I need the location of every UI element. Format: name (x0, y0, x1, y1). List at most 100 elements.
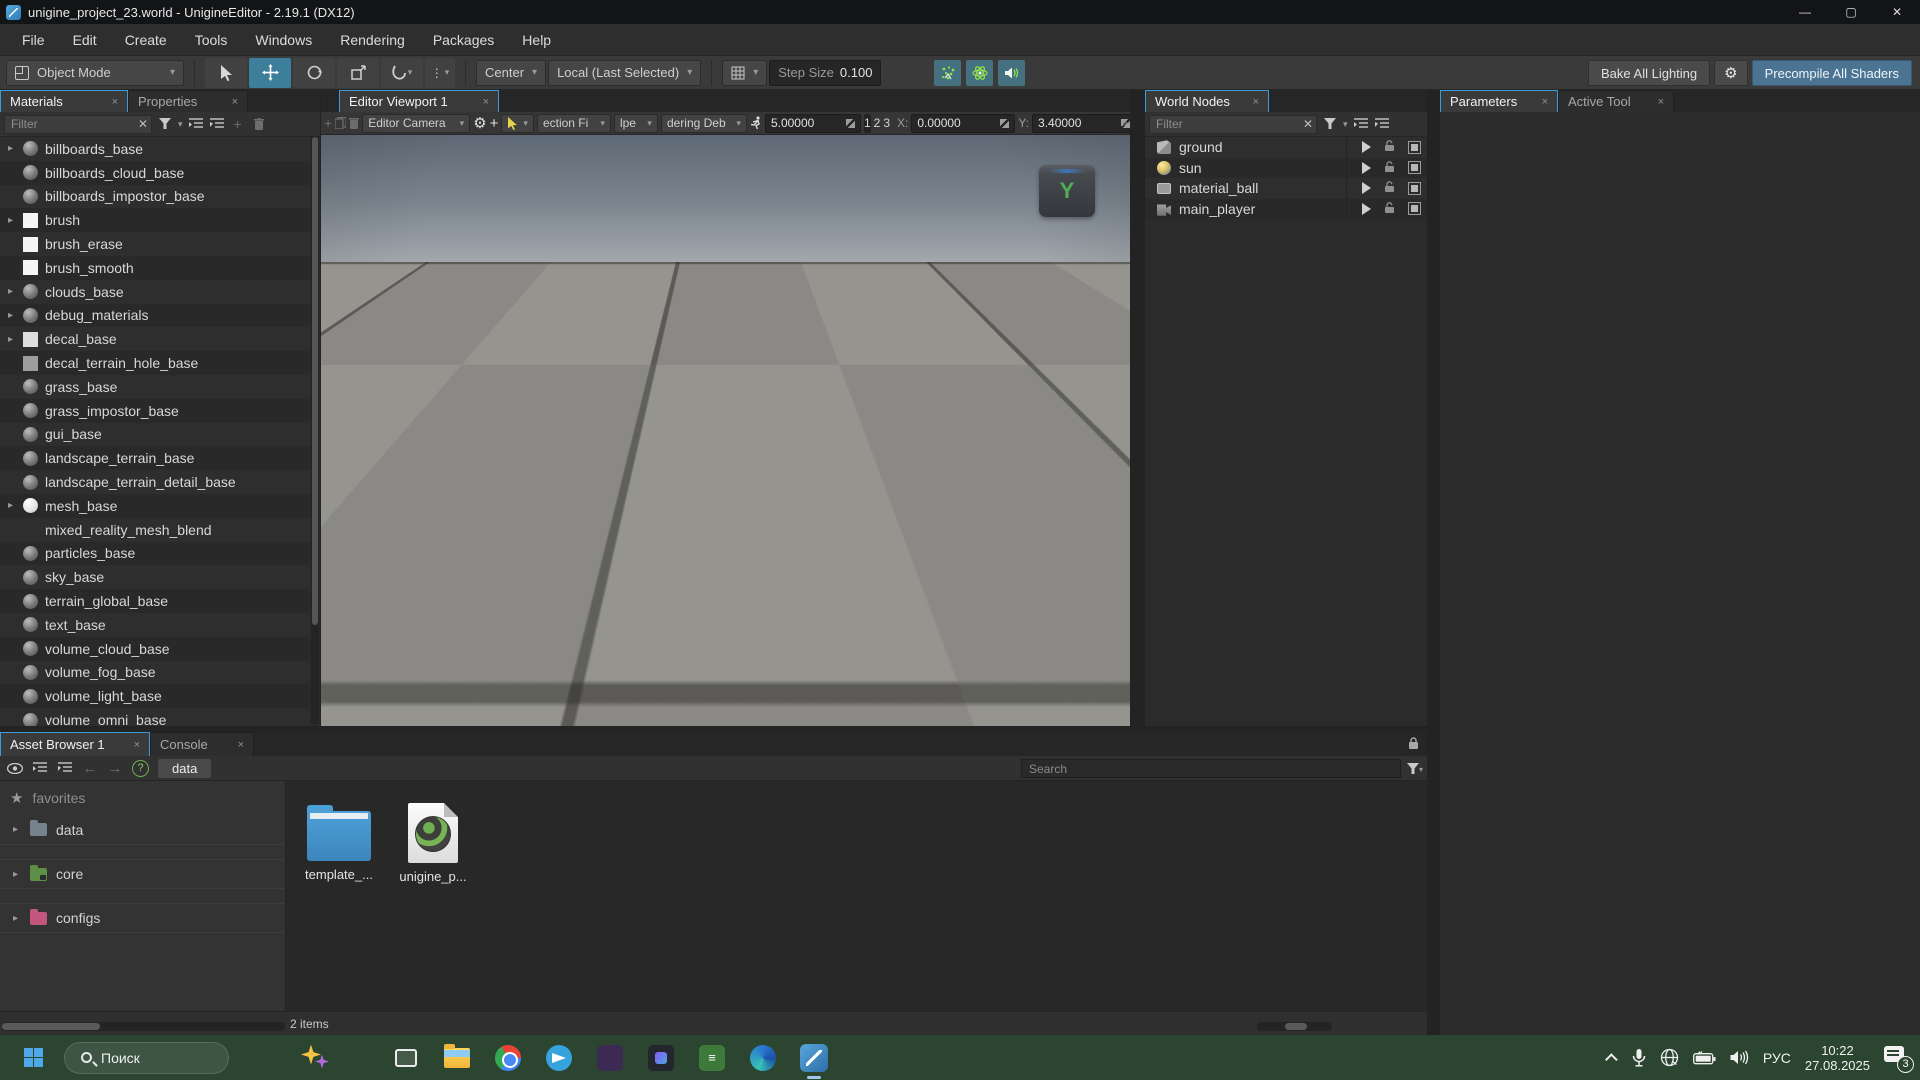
speaker-icon[interactable] (1730, 1050, 1749, 1065)
material-row[interactable]: billboards_cloud_base (0, 161, 310, 185)
material-row[interactable]: gui_base (0, 423, 310, 447)
helpers-combo[interactable]: lpe ▾ (614, 114, 658, 133)
move-tool-button[interactable] (249, 58, 291, 88)
close-icon[interactable]: × (1253, 96, 1259, 108)
material-row[interactable]: brush_smooth (0, 256, 310, 280)
material-row[interactable]: volume_cloud_base (0, 637, 310, 661)
battery-icon[interactable] (1693, 1051, 1716, 1065)
unlock-icon[interactable] (1384, 160, 1395, 176)
step-size-field[interactable]: Step Size 0.100 (769, 60, 881, 86)
filter-funnel-icon[interactable] (1322, 116, 1338, 132)
collapse-all-icon[interactable] (32, 760, 48, 776)
material-row[interactable]: sky_base (0, 565, 310, 589)
taskbar-app-chrome[interactable] (491, 1041, 525, 1075)
duplicate-camera-icon[interactable] (335, 115, 346, 131)
clear-filter-icon[interactable]: ✕ (138, 117, 148, 131)
tab-parameters[interactable]: Parameters × (1440, 90, 1558, 112)
physics-toggle-button[interactable] (966, 60, 993, 86)
drag-resize-icon[interactable] (1000, 119, 1009, 128)
select-pointer-icon[interactable] (1362, 182, 1371, 194)
close-icon[interactable]: × (112, 96, 118, 108)
sidebar-item-data[interactable]: ▸data (0, 815, 285, 845)
tab-world-nodes[interactable]: World Nodes × (1145, 90, 1269, 112)
sound-toggle-button[interactable] (998, 60, 1025, 86)
close-icon[interactable]: × (1658, 96, 1664, 108)
clear-filter-icon[interactable]: ✕ (1303, 117, 1313, 131)
expander-icon[interactable]: ▸ (5, 143, 16, 154)
drag-resize-icon[interactable] (846, 119, 855, 128)
selection-filter-combo[interactable]: ection Fi ▾ (537, 114, 611, 133)
forward-arrow-icon[interactable]: → (107, 760, 123, 776)
menu-item-help[interactable]: Help (508, 24, 565, 56)
select-pointer-icon[interactable] (1362, 162, 1371, 174)
close-button[interactable]: ✕ (1874, 0, 1920, 24)
taskbar-app-dark-app[interactable] (644, 1041, 678, 1075)
material-row[interactable]: terrain_global_base (0, 589, 310, 613)
copilot-sparkles-icon[interactable] (299, 1041, 333, 1075)
material-row[interactable]: landscape_terrain_base (0, 446, 310, 470)
chevron-down-icon[interactable]: ▾ (1343, 119, 1348, 130)
close-icon[interactable]: × (238, 739, 244, 751)
asset-search-input[interactable] (1021, 759, 1401, 778)
tab-console[interactable]: Console × (150, 732, 254, 756)
select-mode-combo[interactable]: ▾ (501, 114, 534, 133)
file-item[interactable]: template_... (301, 803, 377, 882)
enabled-checkbox-icon[interactable] (1408, 202, 1421, 215)
select-pointer-icon[interactable] (1362, 141, 1371, 153)
expand-all-icon[interactable] (209, 116, 225, 132)
file-item[interactable]: unigine_p... (395, 803, 471, 884)
add-material-icon[interactable]: + (230, 116, 246, 132)
material-row[interactable]: grass_impostor_base (0, 399, 310, 423)
taskbar-app-file-explorer[interactable] (440, 1041, 474, 1075)
viewport-3d-view[interactable]: Y (321, 135, 1130, 726)
chevron-down-icon[interactable]: ▾ (178, 119, 183, 130)
camera-settings-gear-icon[interactable]: ⚙ (473, 115, 486, 131)
expander-icon[interactable]: ▸ (5, 215, 16, 226)
expander-icon[interactable]: ▸ (10, 824, 21, 835)
scale-tool-button[interactable] (337, 58, 379, 88)
add-icon[interactable]: + (490, 115, 499, 131)
collapse-all-icon[interactable] (1353, 116, 1369, 132)
expander-icon[interactable]: ▸ (10, 869, 21, 880)
tab-materials[interactable]: Materials × (0, 90, 128, 112)
node-row-main_player[interactable]: main_player (1145, 199, 1427, 220)
enabled-checkbox-icon[interactable] (1408, 141, 1421, 154)
help-icon[interactable]: ? (132, 760, 149, 777)
material-row[interactable]: volume_fog_base (0, 661, 310, 685)
sidebar-hscrollbar[interactable] (2, 1022, 285, 1031)
taskbar-search-box[interactable]: Поиск (64, 1042, 229, 1074)
material-row[interactable]: ▸mesh_base (0, 494, 310, 518)
material-row[interactable]: volume_omni_base (0, 708, 310, 726)
close-icon[interactable]: × (483, 96, 489, 108)
axis-gizmo-cube[interactable]: Y (1039, 165, 1095, 217)
network-globe-icon[interactable] (1660, 1048, 1679, 1067)
clock[interactable]: 10:22 27.08.2025 (1805, 1043, 1870, 1073)
select-pointer-icon[interactable] (1362, 203, 1371, 215)
tab-active-tool[interactable]: Active Tool × (1558, 90, 1674, 112)
tray-chevron-up-icon[interactable] (1605, 1053, 1618, 1066)
particles-toggle-button[interactable] (934, 60, 961, 86)
more-tools-button[interactable]: ⋮▾ (425, 58, 455, 88)
unlock-icon[interactable] (1384, 201, 1395, 217)
speed-preset-1[interactable]: 1 (864, 114, 871, 133)
visibility-eye-icon[interactable] (7, 760, 23, 776)
coord-x-field[interactable]: 0.00000 (911, 114, 1015, 133)
sidebar-item-configs[interactable]: ▸configs (0, 903, 285, 933)
expander-icon[interactable]: ▸ (5, 286, 16, 297)
maximize-button[interactable]: ▢ (1828, 0, 1874, 24)
toolbar-overflow-chevron[interactable]: » (1121, 115, 1128, 130)
delete-camera-icon[interactable] (349, 115, 359, 131)
start-button[interactable] (16, 1041, 50, 1075)
nodes-filter-input[interactable] (1149, 115, 1317, 134)
breadcrumb-data[interactable]: data (158, 759, 211, 778)
material-row[interactable]: billboards_impostor_base (0, 185, 310, 209)
menu-item-windows[interactable]: Windows (241, 24, 326, 56)
taskbar-app-unigine-editor[interactable] (797, 1041, 831, 1075)
snap-grid-combo[interactable]: ▾ (722, 60, 767, 86)
close-icon[interactable]: × (134, 739, 140, 751)
materials-filter-input[interactable] (4, 115, 152, 134)
expander-icon[interactable]: ▸ (5, 500, 16, 511)
menu-item-tools[interactable]: Tools (181, 24, 242, 56)
precompile-all-shaders-button[interactable]: Precompile All Shaders (1752, 60, 1912, 86)
lock-layout-icon[interactable] (1408, 737, 1419, 755)
